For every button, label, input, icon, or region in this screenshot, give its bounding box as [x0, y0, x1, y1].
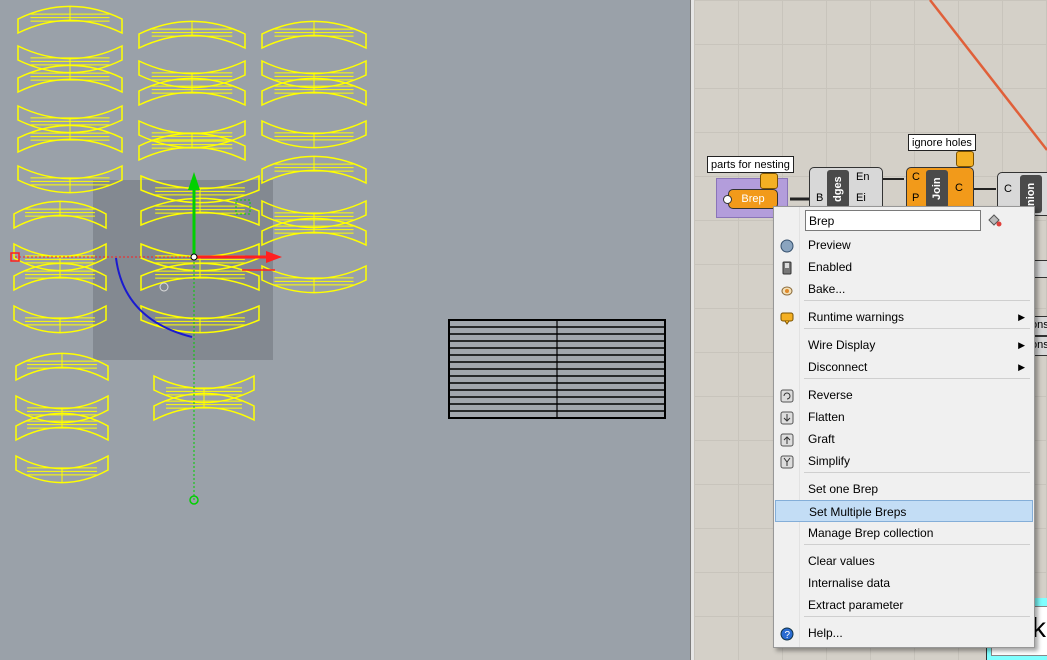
- bake-egg-icon: [780, 282, 794, 296]
- gumball-x-arrowhead: [266, 251, 282, 263]
- submenu-arrow-icon: ▶: [1018, 312, 1025, 322]
- menu-separator: [804, 300, 1030, 301]
- nesting-sheet[interactable]: [448, 319, 666, 419]
- edges-title: dges: [832, 176, 844, 202]
- menu-item-manage-brep-collection[interactable]: Manage Brep collection: [775, 522, 1033, 544]
- menu-item-label: Set Multiple Breps: [809, 505, 907, 519]
- join-component[interactable]: C P Join C: [906, 167, 974, 211]
- menu-item-label: Enabled: [808, 260, 853, 274]
- menu-item-label: Manage Brep collection: [808, 526, 934, 540]
- menu-item-reverse[interactable]: Reverse: [775, 384, 1033, 406]
- submenu-arrow-icon: ▶: [1018, 362, 1025, 372]
- menu-item-label: Flatten: [808, 410, 845, 424]
- menu-item-label: Wire Display: [808, 338, 876, 352]
- brep-parameter[interactable]: Brep: [728, 189, 778, 209]
- join-balloon-icon: [956, 151, 974, 167]
- group-label: parts for nesting: [707, 156, 794, 173]
- preview-sphere-icon: [780, 238, 794, 253]
- brep-context-menu[interactable]: PreviewEnabledBake...Runtime warnings▶Wi…: [773, 206, 1035, 648]
- menu-separator: [804, 378, 1030, 379]
- viewport-drawing: [10, 5, 666, 505]
- group-balloon-icon: [760, 173, 778, 189]
- menu-item-set-multiple-breps[interactable]: Set Multiple Breps: [775, 500, 1033, 522]
- menu-item-enabled[interactable]: Enabled: [775, 256, 1033, 278]
- simplify-icon: [780, 454, 794, 469]
- join-label: ignore holes: [908, 134, 976, 151]
- menu-item-internalise-data[interactable]: Internalise data: [775, 572, 1033, 594]
- menu-separator: [804, 472, 1030, 473]
- menu-separator: [804, 328, 1030, 329]
- parameter-name-field[interactable]: [805, 210, 981, 231]
- join-in-p: P: [912, 192, 920, 204]
- menu-item-label: Clear values: [808, 554, 875, 568]
- menu-item-preview[interactable]: Preview: [775, 234, 1033, 256]
- menu-item-label: Set one Brep: [808, 482, 879, 496]
- edges-component[interactable]: B dges En Ei: [809, 167, 883, 211]
- union-in-c: C: [1004, 183, 1012, 195]
- menu-item-clear-values[interactable]: Clear values: [775, 550, 1033, 572]
- rhino-viewport[interactable]: [0, 0, 692, 660]
- menu-item-disconnect[interactable]: Disconnect ▶: [775, 356, 1033, 378]
- menu-item-wire-display[interactable]: Wire Display ▶: [775, 334, 1033, 356]
- menu-item-label: Bake...: [808, 282, 846, 296]
- menu-item-flatten[interactable]: Flatten: [775, 406, 1033, 428]
- menu-item-label: Reverse: [808, 388, 853, 402]
- warning-balloon-icon: [780, 310, 794, 325]
- submenu-arrow-icon: ▶: [1018, 340, 1025, 350]
- menu-item-bake[interactable]: Bake...: [775, 278, 1033, 300]
- menu-item-runtime-warnings[interactable]: Runtime warnings ▶: [775, 306, 1033, 328]
- union-title: nion: [1025, 182, 1037, 206]
- edges-out-ei: Ei: [856, 192, 866, 204]
- enabled-switch-icon: [780, 260, 794, 275]
- menu-item-graft[interactable]: Graft: [775, 428, 1033, 450]
- edges-out-en: En: [856, 171, 870, 183]
- gumball-center: [190, 253, 198, 261]
- menu-item-label: Help...: [808, 626, 843, 640]
- help-icon: ?: [780, 626, 794, 641]
- join-title: Join: [931, 177, 943, 201]
- brep-input-grip[interactable]: [723, 195, 732, 204]
- menu-item-set-one-brep[interactable]: Set one Brep: [775, 478, 1033, 500]
- join-title-bar: Join: [926, 170, 948, 208]
- menu-item-label: Disconnect: [808, 360, 868, 374]
- svg-text:?: ?: [785, 630, 791, 641]
- graft-icon: [780, 432, 794, 447]
- menu-separator: [804, 544, 1030, 545]
- reverse-icon: [780, 388, 794, 403]
- brep-parameter-label: Brep: [741, 193, 765, 205]
- menu-item-simplify[interactable]: Simplify: [775, 450, 1033, 472]
- menu-item-label: Internalise data: [808, 576, 891, 590]
- paint-bucket-icon[interactable]: [986, 212, 1002, 228]
- join-out-c: C: [955, 182, 963, 194]
- menu-item-help[interactable]: ? Help...: [775, 622, 1033, 644]
- menu-item-label: Preview: [808, 238, 851, 252]
- menu-item-extract-parameter[interactable]: Extract parameter: [775, 594, 1033, 616]
- menu-item-label: Graft: [808, 432, 835, 446]
- menu-item-label: Simplify: [808, 454, 851, 468]
- menu-separator: [804, 616, 1030, 617]
- menu-item-label: Extract parameter: [808, 598, 904, 612]
- join-in-c: C: [912, 171, 920, 183]
- edges-in-b: B: [816, 192, 824, 204]
- menu-item-label: Runtime warnings: [808, 310, 905, 324]
- orange-wire: [929, 0, 1047, 151]
- flatten-icon: [780, 410, 794, 425]
- edges-title-bar: dges: [827, 170, 849, 208]
